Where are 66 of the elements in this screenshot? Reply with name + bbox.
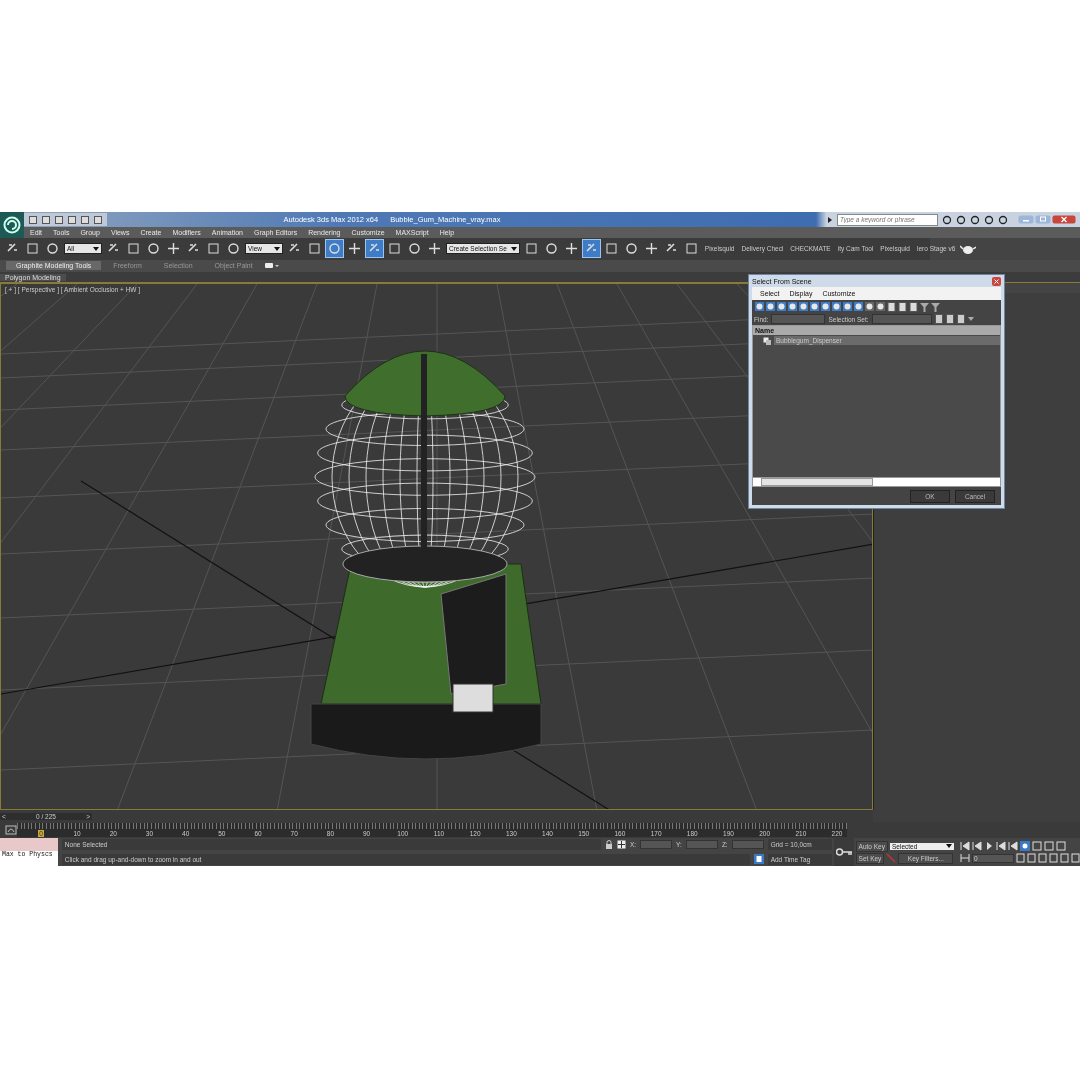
options-icon[interactable] bbox=[264, 262, 279, 270]
tool-icon bbox=[126, 241, 141, 257]
tool-icon bbox=[206, 241, 221, 257]
caret-icon bbox=[274, 246, 280, 251]
tool-icon bbox=[683, 241, 699, 257]
filter-button[interactable] bbox=[821, 302, 830, 311]
object-icon bbox=[763, 336, 771, 345]
filter-button[interactable] bbox=[865, 302, 874, 311]
swirl-icon bbox=[3, 216, 21, 234]
tool-icon bbox=[226, 241, 241, 257]
tool-icon bbox=[543, 241, 559, 257]
filter-button[interactable] bbox=[788, 302, 797, 311]
tool-icon bbox=[166, 241, 181, 257]
key-icon[interactable] bbox=[835, 848, 852, 857]
maxscript-input[interactable] bbox=[0, 838, 58, 852]
tool-icon bbox=[407, 241, 422, 257]
page-icon[interactable] bbox=[898, 301, 907, 312]
filter-button[interactable] bbox=[755, 302, 764, 311]
tool-icon bbox=[387, 241, 402, 257]
page-icon[interactable] bbox=[909, 301, 918, 312]
tool-icon bbox=[623, 241, 639, 257]
play-icon[interactable] bbox=[984, 841, 994, 852]
tool-icon bbox=[523, 241, 539, 257]
caret-icon bbox=[93, 246, 99, 251]
close-icon[interactable] bbox=[1052, 215, 1076, 224]
tool-icon bbox=[347, 241, 362, 257]
coordinate-field[interactable] bbox=[731, 840, 764, 850]
transform-mode-icon[interactable] bbox=[616, 840, 626, 850]
filter-button[interactable] bbox=[777, 302, 786, 311]
lock-icon[interactable] bbox=[604, 840, 613, 850]
tool-icon bbox=[146, 241, 161, 257]
tool-icon bbox=[563, 241, 579, 257]
filter-button[interactable] bbox=[799, 302, 808, 311]
filter-button[interactable] bbox=[766, 302, 775, 311]
tool-icon bbox=[427, 241, 442, 257]
filter-icon[interactable] bbox=[920, 301, 929, 312]
tool-icon bbox=[327, 241, 342, 257]
caret-icon bbox=[946, 844, 952, 849]
go-to-start-icon[interactable] bbox=[960, 841, 970, 852]
key-mode-icon[interactable] bbox=[1020, 841, 1030, 852]
selection-set-field[interactable] bbox=[871, 314, 932, 324]
filter-button[interactable] bbox=[832, 302, 841, 311]
page-icon[interactable] bbox=[887, 301, 896, 312]
previous-key-icon[interactable] bbox=[972, 841, 982, 852]
curve-editor-icon[interactable] bbox=[5, 825, 17, 836]
filter-button[interactable] bbox=[810, 302, 819, 311]
filter-button[interactable] bbox=[854, 302, 863, 311]
tool-icon bbox=[25, 241, 40, 257]
tool-icon bbox=[307, 241, 322, 257]
filter-icon[interactable] bbox=[931, 301, 940, 312]
filter-button[interactable] bbox=[876, 302, 885, 311]
horizontal-scrollbar[interactable] bbox=[753, 477, 1000, 486]
scroll-thumb[interactable] bbox=[761, 478, 873, 486]
caret-icon[interactable] bbox=[827, 215, 833, 224]
tool-icon bbox=[643, 241, 659, 257]
tool-icon bbox=[45, 241, 60, 257]
app-logo-button[interactable] bbox=[0, 212, 24, 238]
time-tag-icon[interactable] bbox=[753, 854, 764, 865]
filter-button[interactable] bbox=[843, 302, 852, 311]
time-config-icon[interactable] bbox=[960, 853, 970, 864]
find-field[interactable] bbox=[771, 314, 826, 324]
close-icon[interactable] bbox=[992, 276, 1001, 286]
tool-icon bbox=[603, 241, 619, 257]
coordinate-field[interactable] bbox=[685, 840, 718, 850]
caret-icon bbox=[510, 246, 517, 251]
coordinate-field[interactable] bbox=[640, 840, 673, 850]
